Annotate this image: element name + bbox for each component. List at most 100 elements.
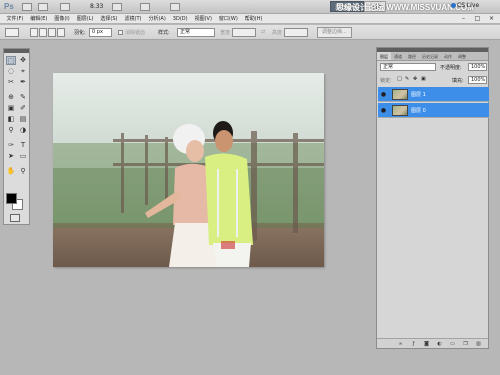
title-bar: Ps 8.33 基本功能 设计 思缘设计论坛 WWW.MISSVUAN.COM … <box>0 0 500 14</box>
brush-tool-icon[interactable]: ✎ <box>18 93 28 102</box>
menu-analysis[interactable]: 分析(A) <box>145 14 169 23</box>
adjustment-icon[interactable]: ◐ <box>436 341 443 347</box>
antialias-checkbox[interactable] <box>118 30 123 35</box>
mini-bridge-icon[interactable] <box>38 3 48 11</box>
dodge-tool-icon[interactable]: ◑ <box>18 126 28 135</box>
arrange-documents-icon[interactable] <box>140 3 150 11</box>
opacity-input[interactable]: 100% <box>468 63 487 71</box>
tab-channels[interactable]: 通道 <box>391 52 405 60</box>
tab-history[interactable]: 历史记录 <box>419 52 441 60</box>
menu-edit[interactable]: 编辑(E) <box>27 14 51 23</box>
trash-icon[interactable]: ▥ <box>475 341 482 347</box>
height-input[interactable] <box>284 28 308 37</box>
eye-icon[interactable]: ● <box>380 107 387 114</box>
path-selection-tool-icon[interactable]: ➤ <box>6 152 16 161</box>
refine-edge-button[interactable]: 调整边缘... <box>317 27 352 38</box>
style-select[interactable]: 正常 <box>177 28 215 37</box>
hand-tool-icon[interactable]: ✋ <box>6 167 16 176</box>
layer-name: 图层 0 <box>411 108 426 114</box>
new-layer-icon[interactable]: ❐ <box>462 341 469 347</box>
photoshop-logo: Ps <box>4 2 14 11</box>
width-label: 宽度 <box>220 30 231 36</box>
feather-label: 羽化: <box>74 30 86 36</box>
menu-file[interactable]: 文件(F) <box>3 14 27 23</box>
document-canvas[interactable] <box>53 73 324 267</box>
intersect-selection-icon[interactable] <box>57 28 65 37</box>
history-brush-tool-icon[interactable]: ✐ <box>18 104 28 113</box>
options-bar: 羽化: 0 px 消除锯齿 样式: 正常 宽度 ⇄ 高度 调整边缘... <box>0 25 500 40</box>
fx-icon[interactable]: ƒ <box>410 341 417 347</box>
hand-icon[interactable] <box>112 3 122 11</box>
eyedropper-tool-icon[interactable]: ✒ <box>18 78 28 87</box>
menu-window[interactable]: 窗口(W) <box>215 14 241 23</box>
menu-filter[interactable]: 滤镜(T) <box>121 14 145 23</box>
panel-tabs: 图层 通道 路径 历史记录 动作 调整 <box>377 52 488 61</box>
move-tool-icon[interactable]: ✥ <box>18 56 28 65</box>
height-label: 高度 <box>272 30 283 36</box>
eye-icon[interactable]: ● <box>380 91 387 98</box>
lock-label: 锁定: <box>380 78 392 84</box>
tab-actions[interactable]: 动作 <box>441 52 455 60</box>
new-selection-icon[interactable] <box>30 28 38 37</box>
lock-transparency-icon[interactable]: □ <box>397 76 402 82</box>
lock-position-icon[interactable]: ✥ <box>413 76 417 82</box>
layers-panel-footer: ∞ ƒ ◙ ◐ ▭ ❐ ▥ <box>377 338 488 348</box>
add-selection-icon[interactable] <box>39 28 47 37</box>
healing-brush-tool-icon[interactable]: ⊕ <box>6 93 16 102</box>
screen-mode-icon[interactable] <box>170 3 180 11</box>
clone-stamp-tool-icon[interactable]: ▣ <box>6 104 16 113</box>
swap-icon[interactable]: ⇄ <box>261 29 265 35</box>
view-extras-icon[interactable] <box>60 3 70 11</box>
menu-3d[interactable]: 3D(D) <box>169 14 191 23</box>
layer-row[interactable]: ● 图层 0 <box>378 103 489 118</box>
menu-layer[interactable]: 图层(L) <box>73 14 97 23</box>
width-input[interactable] <box>232 28 256 37</box>
crop-tool-icon[interactable]: ✂ <box>6 78 16 87</box>
fill-input[interactable]: 100% <box>468 76 487 84</box>
lock-image-icon[interactable]: ✎ <box>405 76 409 82</box>
type-tool-icon[interactable]: T <box>18 141 28 150</box>
menu-bar: 文件(F) 编辑(E) 图像(I) 图层(L) 选择(S) 滤镜(T) 分析(A… <box>0 14 500 24</box>
mask-icon[interactable]: ◙ <box>423 341 430 347</box>
layer-name: 图层 1 <box>411 92 426 98</box>
style-label: 样式: <box>158 30 170 36</box>
quick-selection-tool-icon[interactable]: ⌖ <box>18 67 28 76</box>
quick-mask-icon[interactable] <box>10 214 20 222</box>
lock-all-icon[interactable]: ▣ <box>421 76 426 82</box>
menu-select[interactable]: 选择(S) <box>97 14 121 23</box>
pen-tool-icon[interactable]: ✑ <box>6 141 16 150</box>
lasso-tool-icon[interactable]: ◌ <box>6 67 16 76</box>
opacity-label: 不透明度: <box>440 65 462 71</box>
blur-tool-icon[interactable]: ⚲ <box>6 126 16 135</box>
tab-layers[interactable]: 图层 <box>377 52 391 60</box>
zoom-tool-icon[interactable]: ⚲ <box>18 167 28 176</box>
foreground-color-swatch[interactable] <box>6 193 17 204</box>
close-button[interactable]: × <box>487 15 496 23</box>
zoom-level[interactable]: 8.33 <box>90 3 103 10</box>
menu-view[interactable]: 视图(V) <box>191 14 215 23</box>
group-icon[interactable]: ▭ <box>449 341 456 347</box>
blend-mode-select[interactable]: 正常 <box>380 63 436 71</box>
tab-adjustments[interactable]: 调整 <box>455 52 469 60</box>
tab-paths[interactable]: 路径 <box>405 52 419 60</box>
tools-panel-header[interactable] <box>4 49 29 53</box>
bridge-icon[interactable] <box>22 3 32 11</box>
antialias-label: 消除锯齿 <box>125 30 146 36</box>
tool-preset-picker[interactable] <box>5 28 19 37</box>
menu-image[interactable]: 图像(I) <box>51 14 73 23</box>
shape-tool-icon[interactable]: ▭ <box>18 152 28 161</box>
subtract-selection-icon[interactable] <box>48 28 56 37</box>
minimize-button[interactable]: – <box>459 15 468 23</box>
maximize-button[interactable]: □ <box>473 15 482 23</box>
layer-thumbnail <box>392 89 408 100</box>
marquee-tool-icon[interactable]: ⬚ <box>6 56 16 65</box>
blend-row: 正常 不透明度: 100% <box>379 63 488 72</box>
menu-help[interactable]: 帮助(H) <box>241 14 266 23</box>
feather-input[interactable]: 0 px <box>89 28 112 37</box>
cs-live-button[interactable]: CS Live <box>457 2 479 9</box>
layer-row[interactable]: ● 图层 1 <box>378 87 489 102</box>
eraser-tool-icon[interactable]: ◧ <box>6 115 16 124</box>
gradient-tool-icon[interactable]: ▤ <box>18 115 28 124</box>
link-icon[interactable]: ∞ <box>397 341 404 347</box>
layers-panel: 图层 通道 路径 历史记录 动作 调整 正常 不透明度: 100% 锁定: □ … <box>376 47 489 349</box>
